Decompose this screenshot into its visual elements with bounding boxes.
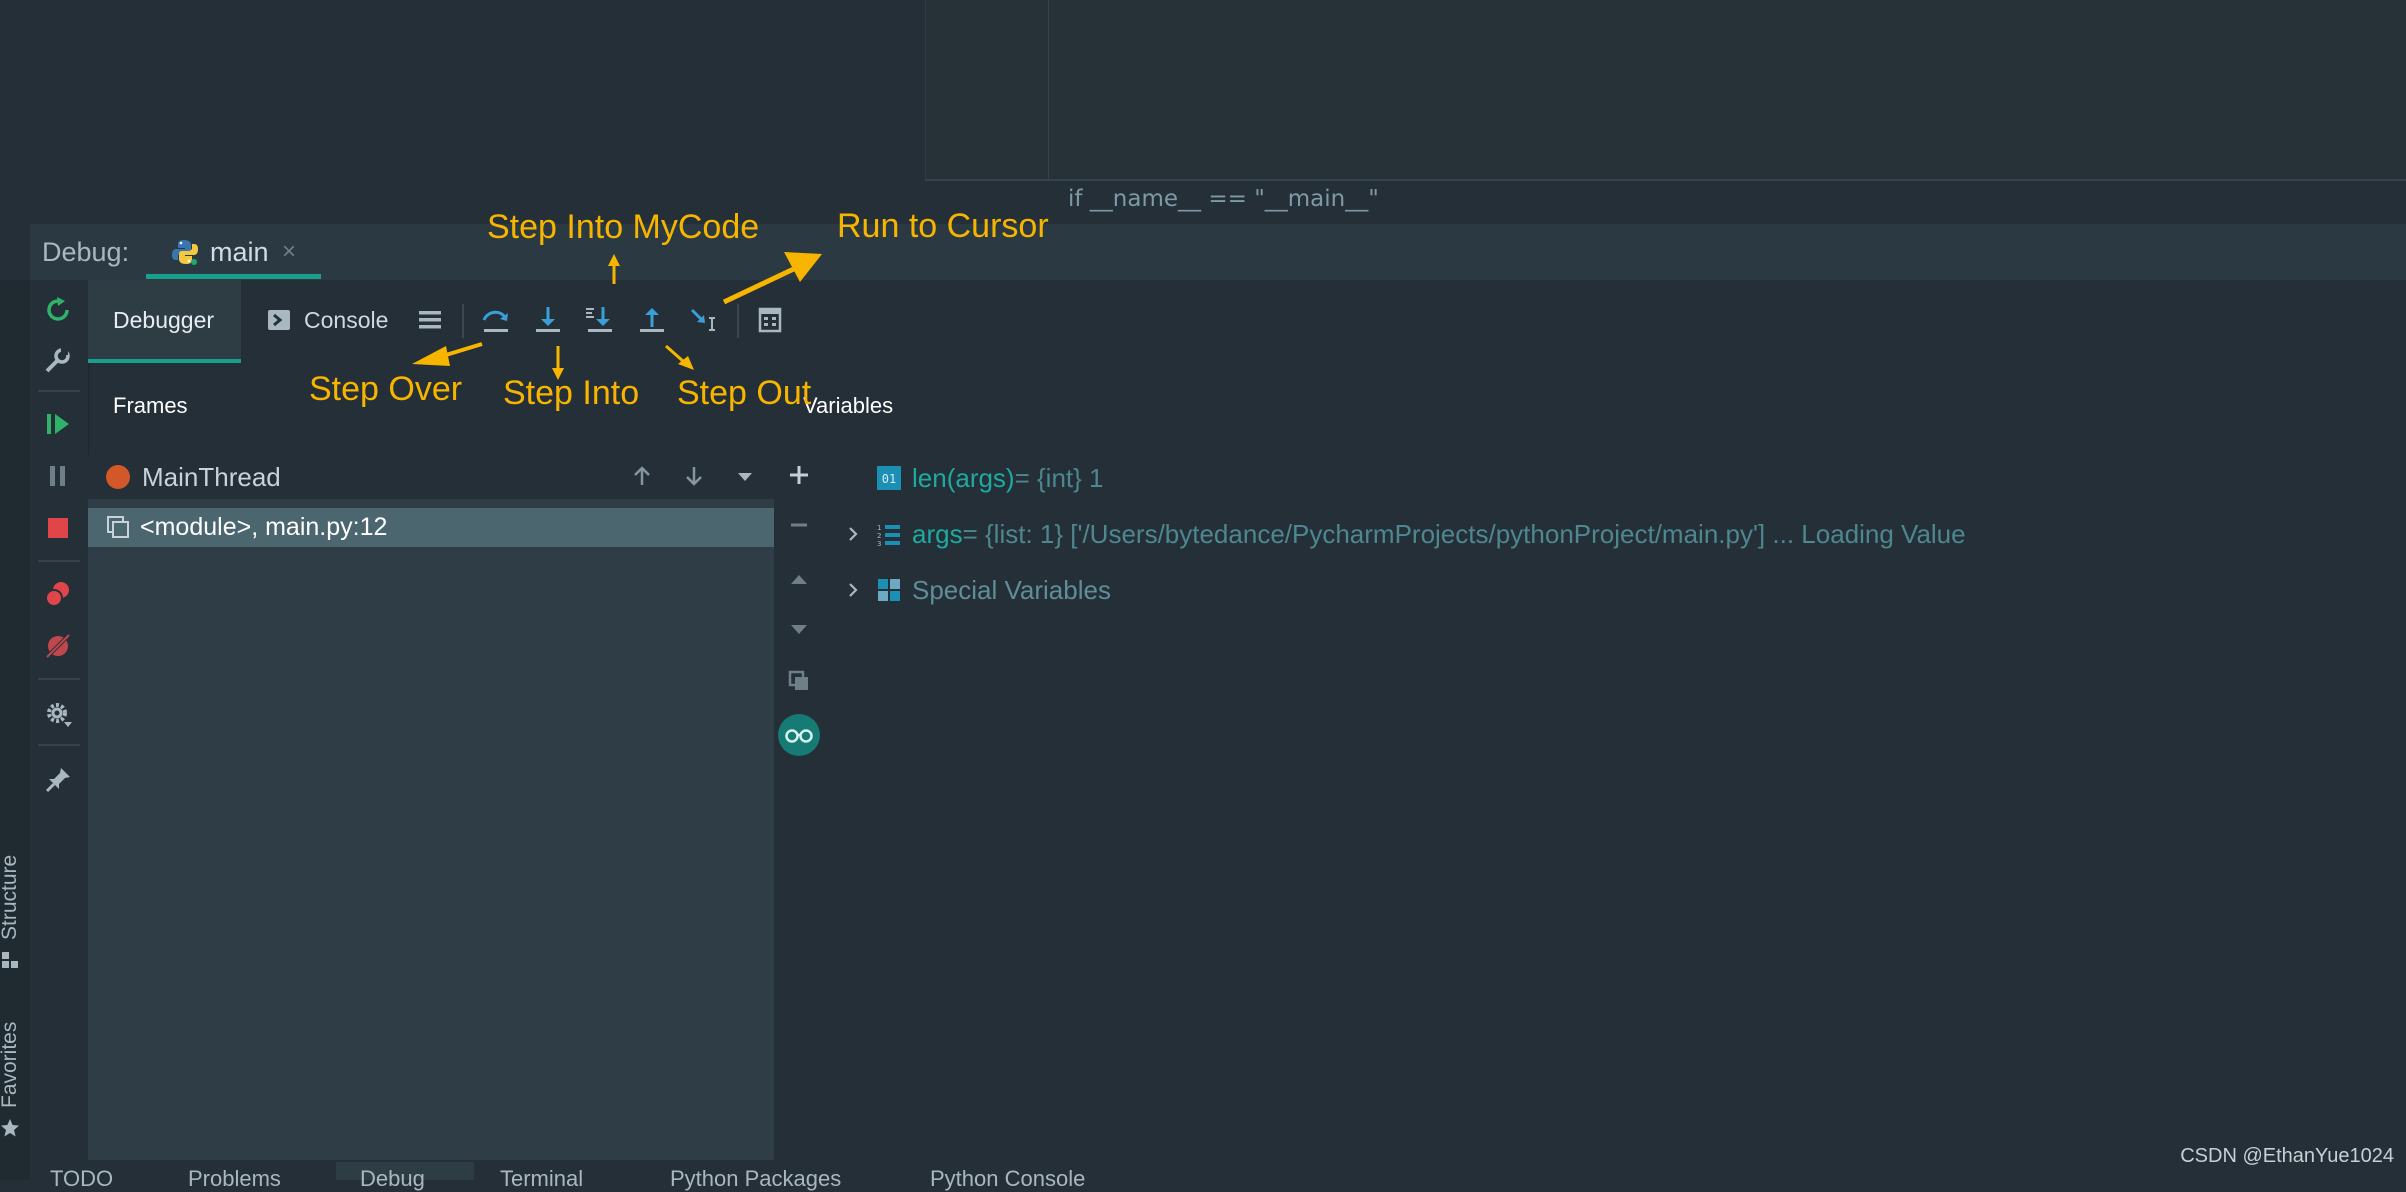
annotation-step-into: Step Into bbox=[503, 374, 640, 412]
annotation-step-over: Step Over bbox=[309, 370, 463, 408]
annotation-run-to-cursor: Run to Cursor bbox=[837, 207, 1049, 245]
annotation-step-out: Step Out bbox=[677, 374, 812, 412]
annotation-step-into-mycode: Step Into MyCode bbox=[487, 208, 760, 246]
annotation-arrows bbox=[412, 252, 822, 380]
watermark: CSDN @EthanYue1024 bbox=[2180, 1145, 2394, 1167]
